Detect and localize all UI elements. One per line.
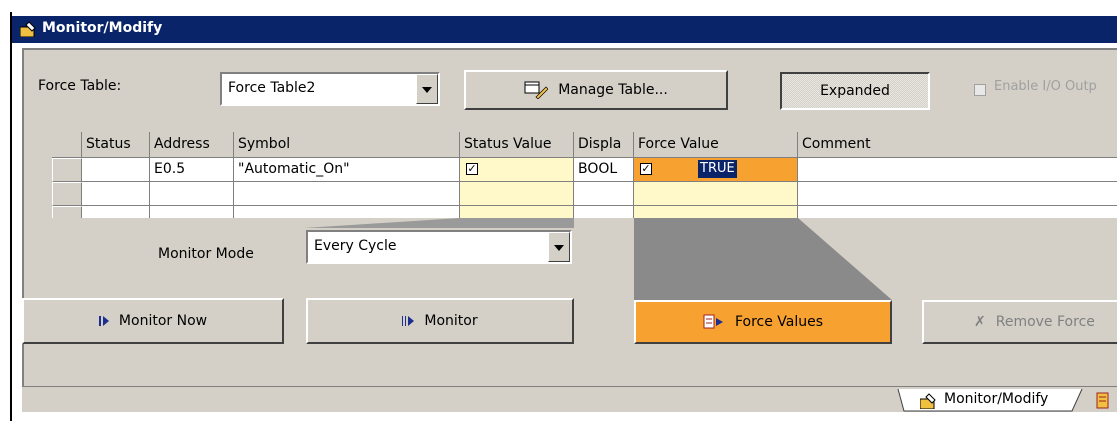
remove-force-icon: ✗ bbox=[974, 314, 986, 330]
monitor-mode-value: Every Cycle bbox=[314, 238, 397, 254]
monitor-panel: Force Table: Force Table2 Manage Table..… bbox=[22, 48, 1117, 386]
monitor-now-icon bbox=[98, 316, 109, 326]
tab-strip: Monitor/Modify bbox=[22, 386, 1117, 412]
monitor-now-label: Monitor Now bbox=[118, 313, 208, 329]
monitor-modify-window: Monitor/Modify Force Table: Force Table2… bbox=[10, 12, 1117, 421]
force-values-button[interactable]: Force Values bbox=[634, 300, 892, 344]
title-bar: Monitor/Modify bbox=[12, 16, 1117, 43]
monitor-modify-icon bbox=[20, 21, 36, 37]
monitor-label: Monitor bbox=[424, 313, 478, 329]
status-value-connector bbox=[304, 218, 574, 228]
chevron-down-icon[interactable] bbox=[548, 232, 570, 262]
monitor-button[interactable]: Monitor bbox=[306, 298, 574, 344]
force-values-icon bbox=[703, 314, 723, 329]
monitor-mode-select[interactable]: Every Cycle bbox=[306, 230, 572, 264]
remove-force-button[interactable]: ✗ Remove Force bbox=[922, 300, 1117, 344]
force-value-connector bbox=[634, 218, 892, 300]
monitor-modify-tab-icon bbox=[920, 393, 936, 409]
tab-monitor-modify[interactable]: Monitor/Modify bbox=[944, 391, 1048, 407]
force-values-label: Force Values bbox=[734, 314, 824, 330]
monitor-now-button[interactable]: Monitor Now bbox=[22, 298, 284, 344]
monitor-mode-label: Monitor Mode bbox=[158, 246, 254, 262]
remove-force-label: Remove Force bbox=[995, 314, 1095, 330]
monitor-icon bbox=[402, 316, 415, 326]
window-title: Monitor/Modify bbox=[42, 20, 163, 36]
force-tab-icon[interactable] bbox=[1094, 392, 1112, 410]
